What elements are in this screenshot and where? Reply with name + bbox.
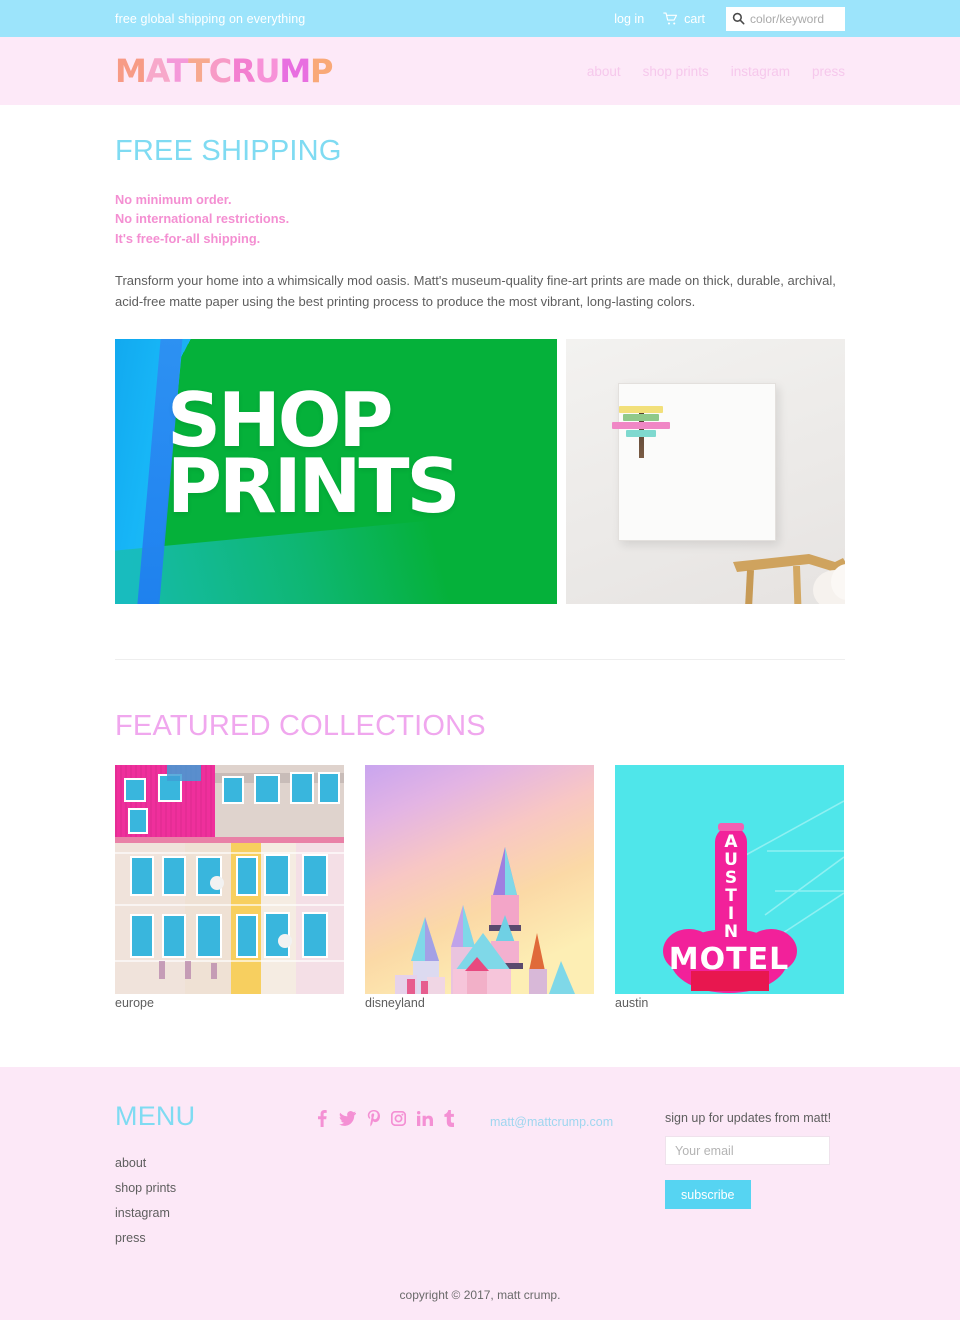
collection-card-austin[interactable]: A U S T I N MOTEL austin	[615, 765, 844, 1012]
site-logo[interactable]: MATTCRUMP	[115, 52, 333, 90]
announcement-bar: free global shipping on everything log i…	[0, 0, 960, 37]
site-header: MATTCRUMP about shop prints instagram press	[0, 37, 960, 105]
section-divider	[115, 659, 845, 661]
newsletter-label: sign up for updates from matt!	[665, 1111, 832, 1126]
hero-row: SHOP PRINTS	[115, 339, 845, 605]
svg-text:N: N	[724, 922, 738, 942]
nav-item-press[interactable]: press	[812, 64, 845, 79]
social-links	[315, 1110, 490, 1128]
twitter-icon[interactable]	[339, 1111, 356, 1127]
framed-print-photo[interactable]	[566, 339, 845, 605]
nav-item-shop-prints[interactable]: shop prints	[643, 64, 709, 79]
footer-social-column	[315, 1101, 490, 1128]
logo-letter-5: R	[231, 52, 256, 90]
subscribe-button[interactable]: subscribe	[665, 1180, 751, 1210]
linkedin-icon[interactable]	[417, 1111, 433, 1127]
tumblr-icon[interactable]	[444, 1110, 455, 1128]
main-content: FREE SHIPPING No minimum order. No intern…	[0, 105, 960, 1012]
pinterest-icon[interactable]	[367, 1110, 380, 1127]
svg-text:A: A	[724, 832, 738, 852]
wooden-chair	[731, 546, 845, 605]
nav-item-about[interactable]: about	[587, 64, 621, 79]
footer-link-about[interactable]: about	[115, 1156, 146, 1170]
logo-letter-8: P	[309, 52, 333, 90]
facebook-icon[interactable]	[315, 1110, 328, 1128]
search-input[interactable]	[748, 10, 845, 27]
promo-line-1: No international restrictions.	[115, 211, 290, 227]
collection-card-disneyland[interactable]: disneyland	[365, 765, 594, 1012]
shopping-cart-icon	[663, 11, 678, 26]
footer-menu-item: press	[115, 1229, 315, 1247]
login-link[interactable]: log in	[614, 12, 644, 26]
footer-email-column: matt@mattcrump.com	[490, 1101, 665, 1131]
logo-letter-3: T	[188, 52, 210, 90]
collection-image-disneyland	[365, 765, 594, 995]
footer-menu-item: about	[115, 1154, 315, 1172]
collections-grid: europe disneyland A U S T I N MOTEL aust…	[115, 765, 845, 1012]
logo-letter-7: M	[279, 52, 311, 90]
intro-paragraph: Transform your home into a whimsically m…	[115, 273, 836, 310]
collection-image-austin: A U S T I N MOTEL	[615, 765, 844, 995]
site-footer: MENU about shop prints instagram press m…	[0, 1067, 960, 1320]
footer-menu-title: MENU	[115, 1101, 196, 1132]
collection-label: europe	[115, 996, 154, 1011]
shop-prints-banner[interactable]: SHOP PRINTS	[115, 339, 557, 605]
picture-frame	[612, 383, 776, 542]
shop-prints-overlay-text: SHOP PRINTS	[167, 383, 461, 524]
newsletter-email-input[interactable]	[665, 1136, 830, 1166]
hero-line-2: PRINTS	[167, 442, 461, 531]
instagram-icon[interactable]	[390, 1111, 407, 1127]
search-box[interactable]	[726, 6, 845, 31]
promo-line-0: No minimum order.	[115, 192, 232, 207]
announcement-text: free global shipping on everything	[115, 11, 306, 26]
svg-text:MOTEL: MOTEL	[669, 942, 789, 977]
svg-text:U: U	[724, 850, 738, 870]
promo-line-2: It's free-for-all shipping.	[115, 230, 261, 246]
collection-label: disneyland	[365, 996, 425, 1011]
svg-text:S: S	[725, 868, 737, 888]
logo-letter-4: C	[208, 52, 233, 90]
page-title: FREE SHIPPING	[115, 135, 342, 167]
footer-menu-item: shop prints	[115, 1179, 315, 1197]
footer-link-press[interactable]: press	[115, 1231, 146, 1245]
nav-item-instagram[interactable]: instagram	[731, 64, 790, 79]
logo-letter-2: T	[166, 52, 190, 90]
footer-menu-item: instagram	[115, 1204, 315, 1222]
featured-collections-title: FEATURED COLLECTIONS	[115, 710, 486, 743]
cart-label: cart	[684, 11, 705, 26]
promo-lines: No minimum order. No international restri…	[115, 190, 845, 248]
svg-text:T: T	[725, 886, 737, 906]
footer-link-shop-prints[interactable]: shop prints	[115, 1181, 176, 1195]
main-navigation: about shop prints instagram press	[587, 64, 845, 79]
cart-link[interactable]: cart	[663, 12, 705, 26]
collection-image-europe	[115, 765, 344, 995]
footer-menu-list: about shop prints instagram press	[115, 1154, 315, 1247]
contact-email-link[interactable]: matt@mattcrump.com	[490, 1115, 613, 1129]
footer-newsletter-column: sign up for updates from matt! subscribe	[665, 1101, 845, 1210]
footer-link-instagram[interactable]: instagram	[115, 1206, 170, 1220]
logo-letter-1: A	[145, 52, 168, 90]
copyright-text: copyright © 2017, matt crump.	[399, 1288, 561, 1303]
collection-card-europe[interactable]: europe	[115, 765, 344, 1012]
logo-letter-0: M	[115, 52, 147, 90]
logo-letter-6: U	[254, 52, 281, 90]
collection-label: austin	[615, 996, 649, 1011]
footer-menu-column: MENU about shop prints instagram press	[115, 1101, 315, 1254]
search-icon	[732, 12, 745, 25]
svg-text:I: I	[728, 904, 734, 924]
